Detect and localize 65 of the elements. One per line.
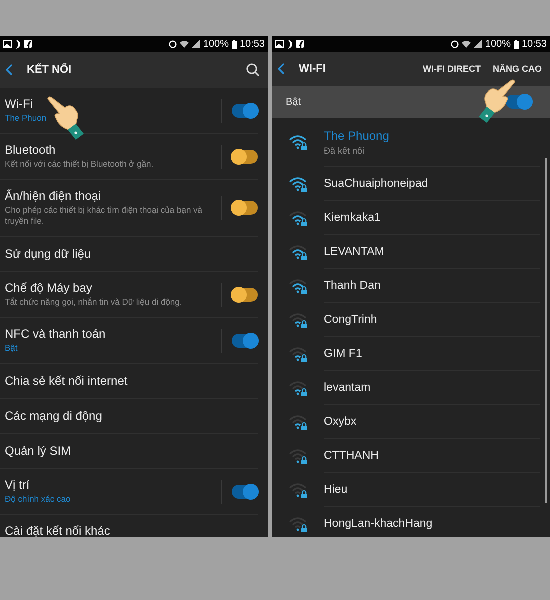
toggle-switch[interactable] bbox=[232, 288, 258, 302]
network-status: Đã kết nối bbox=[324, 146, 365, 156]
toggle-switch[interactable] bbox=[232, 104, 258, 118]
battery-icon bbox=[514, 40, 519, 48]
battery-percent: 100% bbox=[203, 38, 229, 50]
network-name[interactable]: The Phuong bbox=[324, 128, 390, 142]
setting-subtitle: Cho phép các thiết bị khác tìm điện thoại của bạn và truyền file. bbox=[5, 205, 204, 227]
app-icon bbox=[296, 40, 304, 48]
setting-title[interactable]: Ẩn/hiện điện thoại bbox=[5, 189, 102, 203]
setting-title[interactable]: NFC và thanh toán bbox=[5, 327, 106, 341]
toggle-switch[interactable] bbox=[506, 95, 532, 109]
battery-icon bbox=[232, 40, 237, 48]
setting-title[interactable]: Chế độ Máy bay bbox=[5, 281, 92, 295]
setting-title[interactable]: Bluetooth bbox=[5, 143, 56, 157]
moon-icon bbox=[15, 40, 21, 48]
network-name[interactable]: CongTrinh bbox=[324, 314, 378, 326]
toggle-switch[interactable] bbox=[232, 201, 258, 215]
network-name[interactable]: HongLan-khachHang bbox=[324, 518, 433, 530]
toggle-switch[interactable] bbox=[232, 150, 258, 164]
back-icon[interactable] bbox=[5, 64, 13, 76]
back-icon[interactable] bbox=[277, 63, 285, 75]
setting-title[interactable]: Sử dụng dữ liệu bbox=[5, 247, 92, 261]
setting-title[interactable]: Quản lý SIM bbox=[5, 444, 72, 458]
setting-subtitle: Kết nối với các thiết bị Bluetooth ở gần. bbox=[5, 159, 154, 170]
network-name[interactable]: levantam bbox=[324, 382, 371, 394]
image-icon bbox=[275, 40, 284, 48]
signal-icon bbox=[192, 40, 200, 48]
network-name[interactable]: LEVANTAM bbox=[324, 246, 384, 258]
alarm-icon bbox=[451, 40, 460, 48]
setting-title[interactable]: Vị trí bbox=[5, 478, 30, 492]
toggle-switch[interactable] bbox=[232, 334, 258, 348]
setting-subtitle: Tắt chức năng gọi, nhắn tin và Dữ liệu di động. bbox=[5, 297, 182, 308]
signal-icon bbox=[474, 40, 482, 48]
toggle-switch[interactable] bbox=[232, 484, 258, 498]
pointing-hand-icon bbox=[46, 96, 86, 140]
network-name[interactable]: GIM F1 bbox=[324, 348, 362, 360]
wifi-icon bbox=[180, 40, 190, 48]
setting-subtitle: The Phuon bbox=[5, 113, 47, 124]
pointing-hand-icon bbox=[477, 79, 517, 123]
setting-title[interactable]: Chia sẻ kết nối internet bbox=[5, 374, 128, 388]
moon-icon bbox=[287, 40, 293, 48]
network-name[interactable]: Thanh Dan bbox=[324, 280, 381, 292]
network-name[interactable]: CTTHANH bbox=[324, 450, 379, 462]
screen-title: KẾT NỐI bbox=[27, 64, 72, 76]
clock-time: 10:53 bbox=[240, 38, 265, 50]
clock-time: 10:53 bbox=[522, 38, 547, 50]
setting-title[interactable]: Wi-Fi bbox=[5, 97, 33, 111]
image-icon bbox=[3, 40, 12, 48]
network-name[interactable]: Oxybx bbox=[324, 416, 357, 428]
screen-title: WI-FI bbox=[299, 63, 326, 75]
header-action-button[interactable]: NÂNG CAO bbox=[481, 60, 542, 78]
wifi-icon bbox=[462, 40, 472, 48]
setting-subtitle: Độ chính xác cao bbox=[5, 494, 71, 505]
wifi-master-label: Bật bbox=[286, 96, 302, 108]
setting-title[interactable]: Cài đặt kết nối khác bbox=[5, 524, 110, 537]
search-icon[interactable] bbox=[246, 63, 260, 77]
alarm-icon bbox=[169, 40, 178, 48]
setting-subtitle: Bật bbox=[5, 343, 18, 354]
network-name[interactable]: SuaChuaiphoneipad bbox=[324, 178, 428, 190]
network-name[interactable]: Hieu bbox=[324, 484, 348, 496]
setting-title[interactable]: Các mạng di động bbox=[5, 409, 102, 423]
network-name[interactable]: Kiemkaka1 bbox=[324, 212, 381, 224]
app-icon bbox=[24, 40, 32, 48]
header-action-button[interactable]: WI-FI DIRECT bbox=[411, 60, 481, 78]
battery-percent: 100% bbox=[485, 38, 511, 50]
